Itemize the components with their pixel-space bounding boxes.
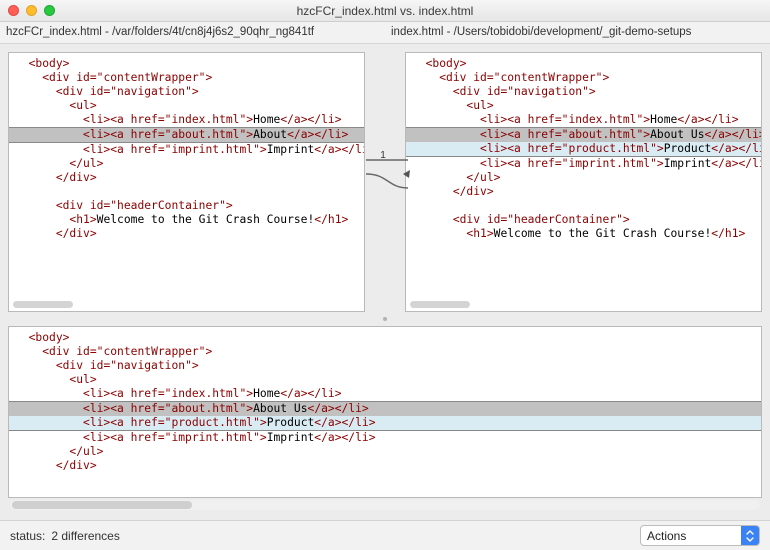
code-line[interactable]: </div>: [9, 171, 364, 185]
code-line[interactable]: </ul>: [406, 171, 761, 185]
window-titlebar: hzcFCr_index.html vs. index.html: [0, 0, 770, 22]
window-controls: [8, 5, 55, 16]
merged-code-box[interactable]: <body> <div id="contentWrapper"> <div id…: [8, 326, 762, 498]
code-line[interactable]: <body>: [9, 57, 364, 71]
code-line[interactable]: <li><a href="product.html">Product</a></…: [406, 142, 761, 157]
code-line[interactable]: <li><a href="imprint.html">Imprint</a></…: [9, 143, 364, 157]
code-line[interactable]: <li><a href="imprint.html">Imprint</a></…: [9, 431, 761, 445]
close-icon[interactable]: [8, 5, 19, 16]
code-line[interactable]: <h1>Welcome to the Git Crash Course!</h1…: [9, 213, 364, 227]
actions-label: Actions: [641, 526, 741, 545]
code-line[interactable]: <ul>: [406, 99, 761, 113]
code-line[interactable]: [9, 185, 364, 199]
code-line[interactable]: [406, 199, 761, 213]
code-line[interactable]: <li><a href="imprint.html">Imprint</a></…: [406, 157, 761, 171]
code-line[interactable]: </ul>: [9, 445, 761, 459]
path-bar: hzcFCr_index.html - /var/folders/4t/cn8j…: [0, 22, 770, 44]
left-file-path: hzcFCr_index.html - /var/folders/4t/cn8j…: [0, 22, 385, 43]
diff-badge: 1: [380, 150, 386, 161]
code-line[interactable]: <li><a href="index.html">Home</a></li>: [9, 113, 364, 127]
code-line[interactable]: <body>: [406, 57, 761, 71]
left-code-box[interactable]: <body> <div id="contentWrapper"> <div id…: [8, 52, 365, 312]
code-line[interactable]: <ul>: [9, 99, 364, 113]
left-diff-pane[interactable]: <body> <div id="contentWrapper"> <div id…: [8, 52, 365, 312]
zoom-icon[interactable]: [44, 5, 55, 16]
actions-dropdown[interactable]: Actions: [640, 525, 760, 546]
code-line[interactable]: <div id="headerContainer">: [406, 213, 761, 227]
right-file-path: index.html - /Users/tobidobi/development…: [385, 22, 770, 43]
right-code-box[interactable]: <body> <div id="contentWrapper"> <div id…: [405, 52, 762, 312]
status-label: status:: [10, 529, 45, 543]
merged-pane[interactable]: <body> <div id="contentWrapper"> <div id…: [8, 326, 762, 512]
code-line[interactable]: </div>: [9, 227, 364, 241]
code-line[interactable]: <div id="headerContainer">: [9, 199, 364, 213]
code-line[interactable]: <h1>Welcome to the Git Crash Course!</h1…: [406, 227, 761, 241]
minimize-icon[interactable]: [26, 5, 37, 16]
code-line[interactable]: </ul>: [9, 157, 364, 171]
code-line[interactable]: <li><a href="index.html">Home</a></li>: [406, 113, 761, 127]
code-line[interactable]: </div>: [406, 185, 761, 199]
code-line[interactable]: <div id="navigation">: [406, 85, 761, 99]
code-line[interactable]: <div id="contentWrapper">: [9, 71, 364, 85]
code-line[interactable]: <li><a href="about.html">About Us</a></l…: [9, 401, 761, 416]
horizontal-splitter[interactable]: [8, 312, 762, 326]
right-diff-pane[interactable]: <body> <div id="contentWrapper"> <div id…: [405, 52, 762, 312]
code-line[interactable]: <div id="contentWrapper">: [9, 345, 761, 359]
code-line[interactable]: <body>: [9, 331, 761, 345]
code-line[interactable]: <div id="contentWrapper">: [406, 71, 761, 85]
code-line[interactable]: </div>: [9, 459, 761, 473]
code-line[interactable]: <div id="navigation">: [9, 359, 761, 373]
splitter-grip-icon: [383, 317, 387, 321]
code-line[interactable]: <li><a href="index.html">Home</a></li>: [9, 387, 761, 401]
code-line[interactable]: <div id="navigation">: [9, 85, 364, 99]
h-scrollbar[interactable]: [13, 301, 73, 308]
status-value: 2 differences: [51, 529, 120, 543]
code-line[interactable]: <li><a href="product.html">Product</a></…: [9, 416, 761, 431]
code-line[interactable]: <ul>: [9, 373, 761, 387]
code-line[interactable]: <li><a href="about.html">About Us</a></l…: [406, 127, 761, 142]
status-bar: status: 2 differences Actions: [0, 520, 770, 550]
h-scrollbar[interactable]: [410, 301, 470, 308]
merged-h-scrollbar[interactable]: [8, 498, 762, 512]
chevron-updown-icon: [741, 526, 759, 545]
code-line[interactable]: <li><a href="about.html">About</a></li>: [9, 127, 364, 143]
window-title: hzcFCr_index.html vs. index.html: [0, 4, 770, 18]
